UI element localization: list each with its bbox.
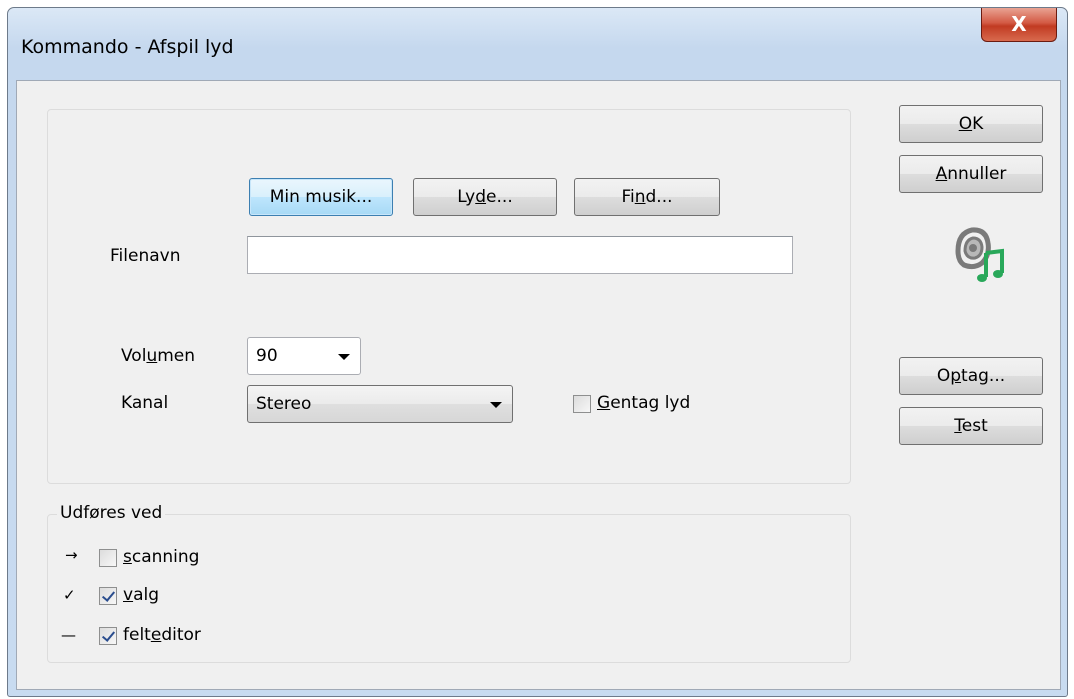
record-label-accel: p [950,366,962,386]
field-editor-label-b: ditor [161,625,201,645]
filename-input[interactable] [247,236,793,274]
sounds-label-accel: d [475,187,487,207]
repeat-label-accel: G [597,393,611,413]
dash-icon: — [61,626,76,644]
close-icon: X [1011,12,1027,36]
sound-settings-panel [47,109,851,484]
find-label-b: d... [645,187,673,207]
scanning-label-accel: s [123,547,132,567]
ok-button[interactable]: OK [899,105,1043,143]
scanning-label[interactable]: scanning [123,547,199,567]
repeat-label-rest: entag lyd [610,393,691,413]
channel-dropdown[interactable]: Stereo [247,385,513,423]
record-label-a: O [936,366,951,386]
scanning-label-rest: canning [131,547,200,567]
cancel-label-rest: nnuller [947,164,1007,184]
field-editor-label-accel: e [150,625,162,645]
my-music-button[interactable]: Min musik... [249,178,393,216]
volume-label-accel: u [146,346,158,366]
filename-label: Filenavn [110,246,181,266]
test-label-accel: T [954,416,962,436]
sounds-button[interactable]: Lyde... [413,178,557,216]
dialog-window: Kommando - Afspil lyd X Min musik... Lyd… [7,7,1068,697]
close-button[interactable]: X [981,8,1057,42]
sounds-label-a: Ly [457,187,476,207]
volume-label-a: Vol [121,346,147,366]
channel-value: Stereo [256,394,312,414]
field-editor-label[interactable]: felteditor [123,625,201,645]
volume-label: Volumen [121,346,195,366]
select-label-rest: alg [133,585,159,605]
test-button[interactable]: Test [899,407,1043,445]
test-label-rest: est [961,416,988,436]
find-label-accel: n [634,187,646,207]
ok-label-accel: O [958,114,973,134]
channel-label: Kanal [121,393,169,413]
scanning-checkbox[interactable] [99,549,117,567]
sounds-label-b: e... [486,187,513,207]
cancel-button[interactable]: Annuller [899,155,1043,193]
select-label-accel: v [123,585,134,605]
repeat-sound-label[interactable]: Gentag lyd [597,393,690,413]
my-music-label: Min musik... [269,187,373,207]
find-button[interactable]: Find... [574,178,720,216]
ok-label-rest: K [972,114,984,134]
checkmark-icon: ✓ [63,586,76,604]
volume-dropdown[interactable]: 90 [247,337,361,375]
select-label[interactable]: valg [123,585,159,605]
field-editor-label-a: felt [123,625,151,645]
dialog-client-area: Min musik... Lyde... Find... Filenavn Vo… [16,80,1061,690]
speaker-music-icon [942,221,1012,291]
record-label-b: tag... [961,366,1006,386]
cancel-label-accel: A [935,164,948,184]
chevron-down-icon [490,402,502,408]
arrow-right-icon: → [65,546,78,564]
window-title: Kommando - Afspil lyd [21,36,234,58]
chevron-down-icon [338,354,350,360]
volume-label-b: men [157,346,196,366]
speaker-music-svg [955,227,1004,282]
title-bar: Kommando - Afspil lyd X [8,8,1067,80]
find-label-a: Fi [621,187,635,207]
record-button[interactable]: Optag... [899,357,1043,395]
select-checkbox[interactable] [99,587,117,605]
volume-value: 90 [256,346,278,366]
execute-at-legend: Udføres ved [57,503,166,523]
field-editor-checkbox[interactable] [99,627,117,645]
repeat-sound-checkbox[interactable] [573,395,591,413]
